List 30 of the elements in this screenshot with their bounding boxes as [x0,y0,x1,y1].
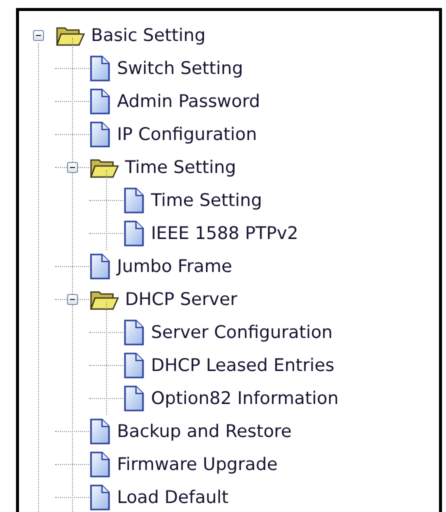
document-icon [123,319,145,346]
document-icon [89,121,111,148]
tree-item-label[interactable]: IP Configuration [117,124,257,144]
document-icon [89,484,111,511]
tree-item-label[interactable]: Time Setting [151,190,262,210]
tree-item-label[interactable]: Jumbo Frame [117,256,232,276]
tree-item-label[interactable]: Switch Setting [117,58,244,78]
document-icon [89,253,111,280]
tree-item-label[interactable]: Option82 Information [151,388,339,408]
tree-item-label[interactable]: Basic Setting [91,26,206,46]
document-icon [123,352,145,379]
collapse-toggle[interactable] [66,162,78,173]
tree-item-label[interactable]: Backup and Restore [117,422,292,442]
tree-item-label[interactable]: IEEE 1588 PTPv2 [151,224,298,244]
document-icon [89,451,111,478]
tree-item-label[interactable]: Firmware Upgrade [117,454,278,474]
tree-item-label[interactable]: Admin Password [117,92,260,112]
document-icon [123,385,145,412]
tree-item-label[interactable]: DHCP Leased Entries [151,356,334,376]
collapse-toggle[interactable] [32,30,44,41]
document-icon [123,220,145,247]
tree-item-label[interactable]: DHCP Server [125,290,238,310]
document-icon [123,187,145,214]
document-icon [89,418,111,445]
document-icon [89,55,111,82]
document-icon [89,88,111,115]
tree-item-label[interactable]: Server Configuration [151,322,333,342]
tree-item-label[interactable]: Time Setting [125,158,236,178]
tree-item-label[interactable]: Load Default [117,488,228,508]
collapse-toggle[interactable] [66,294,78,305]
